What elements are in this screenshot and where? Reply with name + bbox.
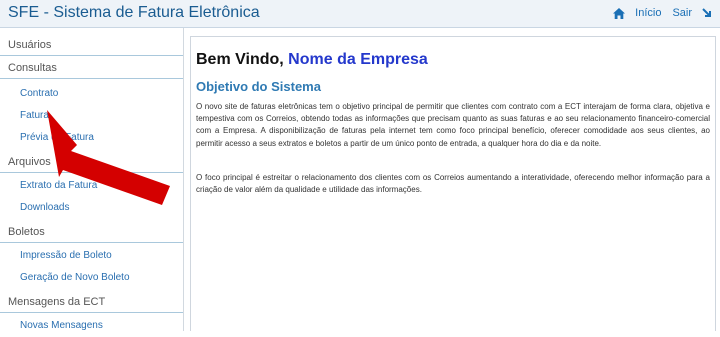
welcome-heading: Bem Vindo, Nome da Empresa	[196, 51, 428, 69]
inicio-link[interactable]: Início	[635, 7, 661, 19]
sair-link[interactable]: Sair	[672, 7, 692, 19]
sidebar-item-fatura[interactable]: Fatura	[0, 105, 183, 127]
top-nav: Início Sair	[613, 7, 712, 19]
main-content: Bem Vindo, Nome da Empresa Objetivo do S…	[190, 36, 716, 331]
sidebar-item-novo-boleto[interactable]: Geração de Novo Boleto	[0, 267, 183, 289]
sidebar-item-novas-mensagens[interactable]: Novas Mensagens	[0, 315, 183, 337]
welcome-text: Bem Vindo,	[196, 51, 284, 68]
sidebar-item-previa-fatura[interactable]: Prévia de Fatura	[0, 127, 183, 149]
top-bar: SFE - Sistema de Fatura Eletrônica Iníci…	[0, 0, 720, 28]
objective-paragraph-2: O foco principal é estreitar o relaciona…	[196, 173, 710, 195]
sidebar-section-consultas[interactable]: Consultas	[0, 58, 183, 79]
sidebar-section-arquivos[interactable]: Arquivos	[0, 152, 183, 173]
exit-arrow-icon[interactable]	[702, 8, 712, 18]
sidebar-item-impressao-boleto[interactable]: Impressão de Boleto	[0, 245, 183, 267]
sidebar: Usuários Consultas Contrato Fatura Prévi…	[0, 28, 184, 331]
sidebar-item-extrato-fatura[interactable]: Extrato da Fatura	[0, 175, 183, 197]
section-title: Objetivo do Sistema	[196, 79, 321, 94]
sidebar-section-mensagens[interactable]: Mensagens da ECT	[0, 292, 183, 313]
sidebar-item-downloads[interactable]: Downloads	[0, 197, 183, 219]
objective-paragraph-1: O novo site de faturas eletrônicas tem o…	[196, 102, 710, 148]
sidebar-section-boletos[interactable]: Boletos	[0, 222, 183, 243]
sidebar-item-contrato[interactable]: Contrato	[0, 83, 183, 105]
company-name: Nome da Empresa	[288, 51, 428, 68]
home-icon[interactable]	[613, 7, 626, 19]
app-title: SFE - Sistema de Fatura Eletrônica	[8, 4, 260, 21]
sidebar-section-usuarios[interactable]: Usuários	[0, 35, 183, 56]
